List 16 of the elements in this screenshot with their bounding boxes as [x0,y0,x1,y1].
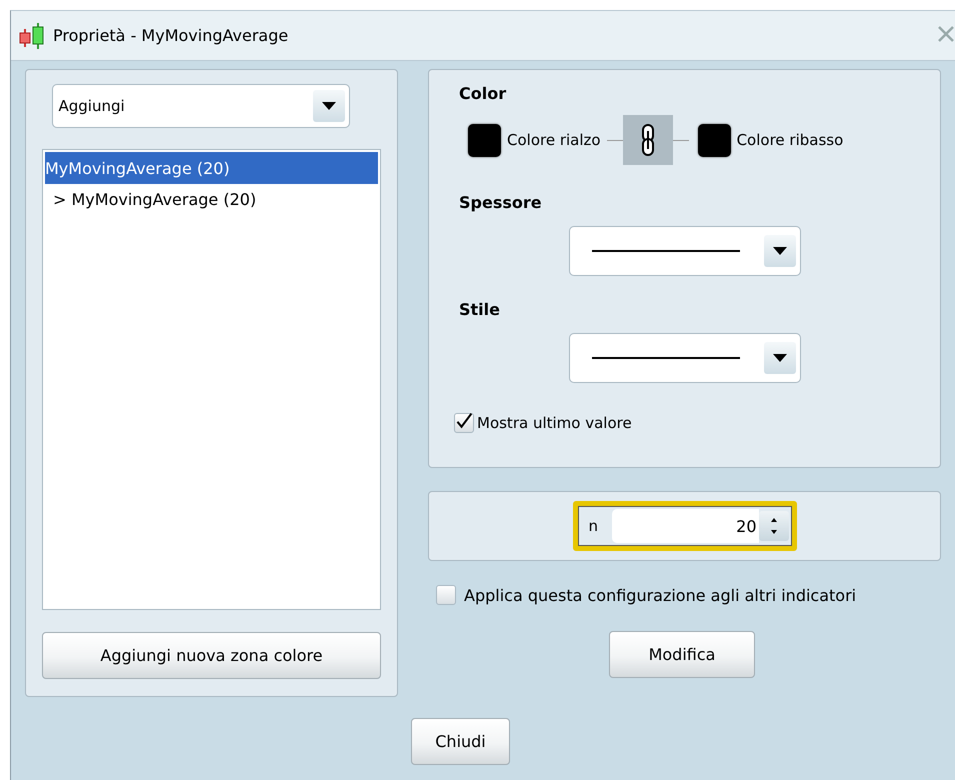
add-zone-button[interactable]: Aggiungi nuova zona colore [42,632,381,679]
number-field[interactable]: 20 [612,509,758,543]
section-title: Spessore [459,193,543,212]
parameter-label: n [588,517,598,535]
window-title: Proprietà - MyMovingAverage [53,26,288,45]
color-label: Colore ribasso [736,131,844,149]
checkbox-label: Applica questa configurazione agli altri indicatori [464,586,856,604]
checkbox-label: Mostra ultimo valore [477,414,632,432]
list-item[interactable]: MyMovingAverage (20) [45,152,378,184]
section-title: Color [459,84,508,103]
modify-button[interactable]: Modifica [609,631,755,678]
color-label: Colore rialzo [507,131,601,149]
section-title: Stile [459,300,501,319]
list-item[interactable]: > MyMovingAverage (20) [45,184,378,214]
add-dropdown[interactable]: Aggiungi [52,84,350,128]
close-button[interactable]: Chiudi [411,718,510,765]
